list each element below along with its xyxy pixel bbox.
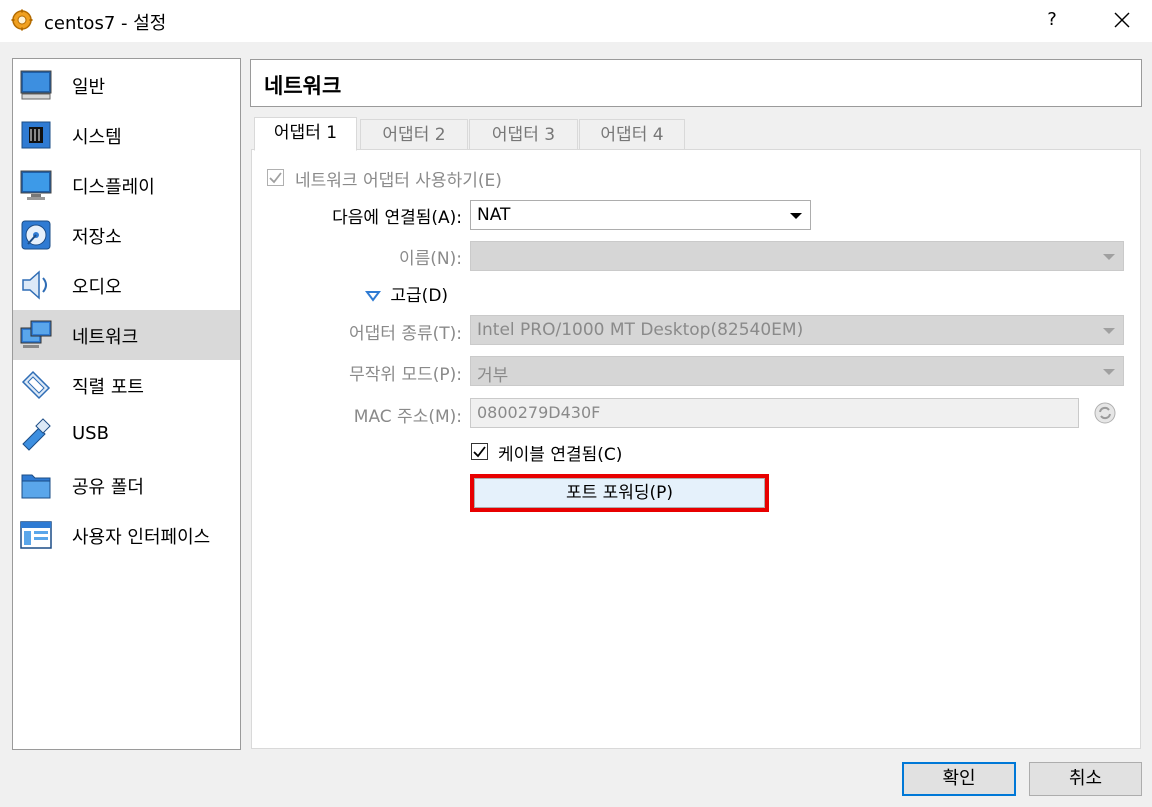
sidebar-item-label: 사용자 인터페이스 — [72, 527, 211, 548]
chevron-down-icon — [1103, 254, 1115, 260]
attached-to-value: NAT — [477, 205, 511, 225]
cable-connected-checkbox[interactable] — [471, 443, 488, 460]
sidebar-item-label: 직렬 포트 — [72, 377, 144, 398]
tab-adapter-1[interactable]: 어댑터 1 — [254, 117, 357, 151]
adapter-type-value: Intel PRO/1000 MT Desktop(82540EM) — [477, 320, 804, 340]
refresh-icon[interactable] — [1093, 401, 1117, 425]
usb-icon — [22, 418, 51, 451]
promiscuous-mode-label: 무작위 모드(P): — [349, 365, 462, 385]
promiscuous-mode-value: 거부 — [477, 366, 509, 386]
ui-window-icon — [20, 521, 52, 549]
check-icon — [269, 172, 282, 184]
sidebar-item-user-interface[interactable]: 사용자 인터페이스 — [13, 510, 240, 560]
adapter-panel — [251, 149, 1141, 749]
sidebar-item-label: 네트워크 — [72, 327, 139, 348]
chip-icon — [21, 121, 51, 149]
attached-to-label: 다음에 연결됨(A): — [332, 208, 462, 228]
disk-icon — [21, 220, 51, 250]
tab-adapter-3[interactable]: 어댑터 3 — [469, 119, 578, 150]
sidebar-item-label: 저장소 — [72, 227, 122, 248]
sidebar-item-audio[interactable]: 오디오 — [13, 260, 240, 310]
sidebar-item-label: USB — [72, 423, 109, 444]
chevron-down-icon — [1103, 328, 1115, 334]
folder-icon — [21, 474, 51, 499]
name-select[interactable] — [470, 241, 1124, 271]
attached-to-select[interactable]: NAT — [470, 200, 811, 230]
name-label: 이름(N): — [399, 249, 462, 269]
chevron-down-icon — [790, 213, 802, 219]
close-icon — [1114, 12, 1130, 28]
enable-adapter-label: 네트워크 어댑터 사용하기(E) — [295, 171, 502, 191]
mac-address-label: MAC 주소(M): — [353, 407, 462, 427]
sidebar-item-general[interactable]: 일반 — [13, 60, 240, 110]
adapter-type-select[interactable]: Intel PRO/1000 MT Desktop(82540EM) — [470, 315, 1124, 345]
sidebar-item-storage[interactable]: 저장소 — [13, 210, 240, 260]
promiscuous-mode-select[interactable]: 거부 — [470, 356, 1124, 386]
expand-triangle-icon — [365, 291, 381, 302]
sidebar-item-network[interactable]: 네트워크 — [13, 310, 240, 360]
cancel-button[interactable]: 취소 — [1029, 762, 1142, 796]
adapter-type-label: 어댑터 종류(T): — [349, 324, 462, 344]
tab-adapter-2[interactable]: 어댑터 2 — [360, 119, 468, 150]
sidebar-item-shared-folders[interactable]: 공유 폴더 — [13, 460, 240, 510]
window-title: centos7 - 설정 — [44, 13, 167, 34]
tab-adapter-4[interactable]: 어댑터 4 — [579, 119, 685, 150]
cable-connected-label: 케이블 연결됨(C) — [498, 445, 623, 465]
serial-port-icon — [21, 370, 51, 400]
advanced-toggle[interactable]: 고급(D) — [365, 281, 448, 306]
sidebar-item-display[interactable]: 디스플레이 — [13, 160, 240, 210]
virtualbox-gear-icon — [11, 9, 33, 31]
close-button[interactable] — [1098, 4, 1146, 36]
ok-button[interactable]: 확인 — [902, 762, 1016, 796]
page-header: 네트워크 — [250, 59, 1142, 107]
check-icon — [473, 446, 486, 458]
advanced-label: 고급(D) — [390, 286, 449, 306]
title-bar: centos7 - 설정 ? — [0, 0, 1152, 42]
sidebar-item-label: 공유 폴더 — [72, 477, 144, 498]
port-forwarding-button[interactable]: 포트 포워딩(P) — [474, 478, 765, 508]
sidebar-item-label: 시스템 — [72, 127, 122, 148]
sidebar-item-system[interactable]: 시스템 — [13, 110, 240, 160]
sidebar-item-label: 디스플레이 — [72, 177, 155, 198]
sidebar-item-usb[interactable]: USB — [13, 410, 240, 460]
settings-sidebar: 일반 시스템 디스플레이 저장소 오디오 네트워크 직렬 포트 USB 공유 폴… — [12, 58, 241, 750]
enable-adapter-checkbox[interactable] — [267, 169, 284, 186]
page-title: 네트워크 — [264, 74, 342, 98]
sidebar-item-serial-port[interactable]: 직렬 포트 — [13, 360, 240, 410]
mac-address-field[interactable]: 0800279D430F — [470, 398, 1079, 428]
network-icon — [20, 320, 52, 348]
sidebar-item-label: 오디오 — [72, 277, 122, 298]
display-icon — [20, 170, 52, 200]
help-button[interactable]: ? — [1030, 4, 1074, 36]
mac-address-value: 0800279D430F — [477, 403, 601, 422]
chevron-down-icon — [1103, 369, 1115, 375]
speaker-icon — [22, 270, 47, 300]
sidebar-item-label: 일반 — [72, 77, 106, 98]
monitor-icon — [20, 70, 52, 100]
